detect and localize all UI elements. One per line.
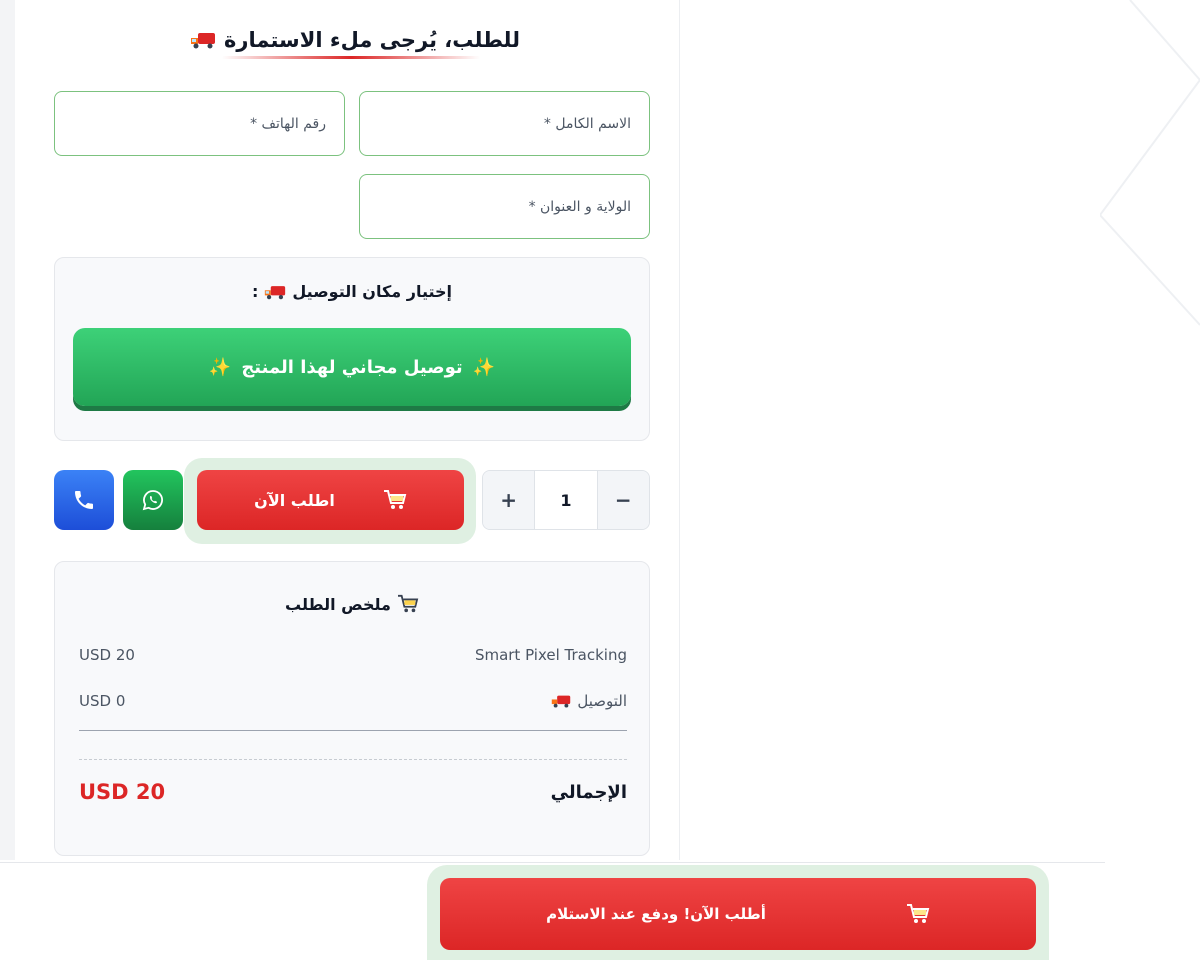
product-order-page: للطلب، يُرجى ملء الاستمارة إختيار مكان ا… [0,0,1200,960]
quantity-stepper: + 1 − [482,470,650,530]
sparkle-icon: ✨ [472,356,496,378]
order-action-row: اطلب الآن + 1 − [0,458,680,544]
product-name: Smart Pixel Tracking [474,646,627,664]
phone-field[interactable] [55,92,344,155]
address-field-wrapper [359,174,650,239]
full-name-field[interactable] [360,92,649,155]
cart-icon [397,594,419,614]
truck-icon [551,694,571,708]
whatsapp-button[interactable] [123,470,183,530]
address-field[interactable] [360,175,649,238]
full-name-field-wrapper [359,91,650,156]
product-price: USD 20 [79,646,135,664]
quantity-value[interactable]: 1 [534,471,598,529]
order-now-label: اطلب الآن [254,490,335,510]
order-now-halo: اطلب الآن [184,458,476,544]
delivery-row-label: التوصيل [577,692,627,710]
delivery-price: USD 0 [79,692,126,710]
summary-title: ملخص الطلب [55,594,649,614]
summary-row-delivery: USD 0 التوصيل [79,692,627,710]
delivery-options: إختيار مكان التوصيل : ✨ توصيل مجاني لهذا… [54,257,650,441]
delivery-title-text: إختيار مكان التوصيل [292,282,453,301]
truck-icon [264,284,286,300]
form-title-text: للطلب، يُرجى ملء الاستمارة [224,28,520,52]
decrement-button[interactable]: − [597,471,649,529]
summary-divider [79,730,627,731]
decorative-chevron [1100,0,1200,326]
page-gutter [0,0,15,860]
delivery-row-name: التوصيل [551,692,627,710]
phone-icon [72,488,96,512]
delivery-title-colon: : [251,282,259,301]
whatsapp-icon [141,488,165,512]
order-now-button[interactable]: اطلب الآن [197,470,464,530]
sticky-order-button[interactable]: أطلب الآن! ودفع عند الاستلام [440,878,1036,950]
form-title: للطلب، يُرجى ملء الاستمارة [180,22,530,58]
summary-total-row: USD 20 الإجمالي [79,780,627,804]
free-delivery-label: توصيل مجاني لهذا المنتج [241,356,463,378]
order-summary: ملخص الطلب USD 20 Smart Pixel Tracking U… [54,561,650,856]
cart-icon [906,903,930,925]
increment-button[interactable]: + [483,471,535,529]
delivery-title: إختيار مكان التوصيل : [55,282,649,301]
summary-dashed-divider [79,759,627,760]
title-underline [222,56,480,59]
sticky-bar-border [0,862,1105,863]
total-label: الإجمالي [550,781,627,803]
total-value: USD 20 [79,780,166,804]
summary-title-text: ملخص الطلب [285,594,391,614]
summary-row-product: USD 20 Smart Pixel Tracking [79,646,627,664]
sticky-order-label: أطلب الآن! ودفع عند الاستلام [546,905,766,923]
cart-icon [383,489,407,511]
free-delivery-button[interactable]: ✨ توصيل مجاني لهذا المنتج ✨ [73,328,631,406]
phone-field-wrapper [54,91,345,156]
sticky-order-halo: أطلب الآن! ودفع عند الاستلام [427,865,1049,960]
sparkle-icon: ✨ [208,356,232,378]
call-button[interactable] [54,470,114,530]
truck-icon [190,31,216,49]
